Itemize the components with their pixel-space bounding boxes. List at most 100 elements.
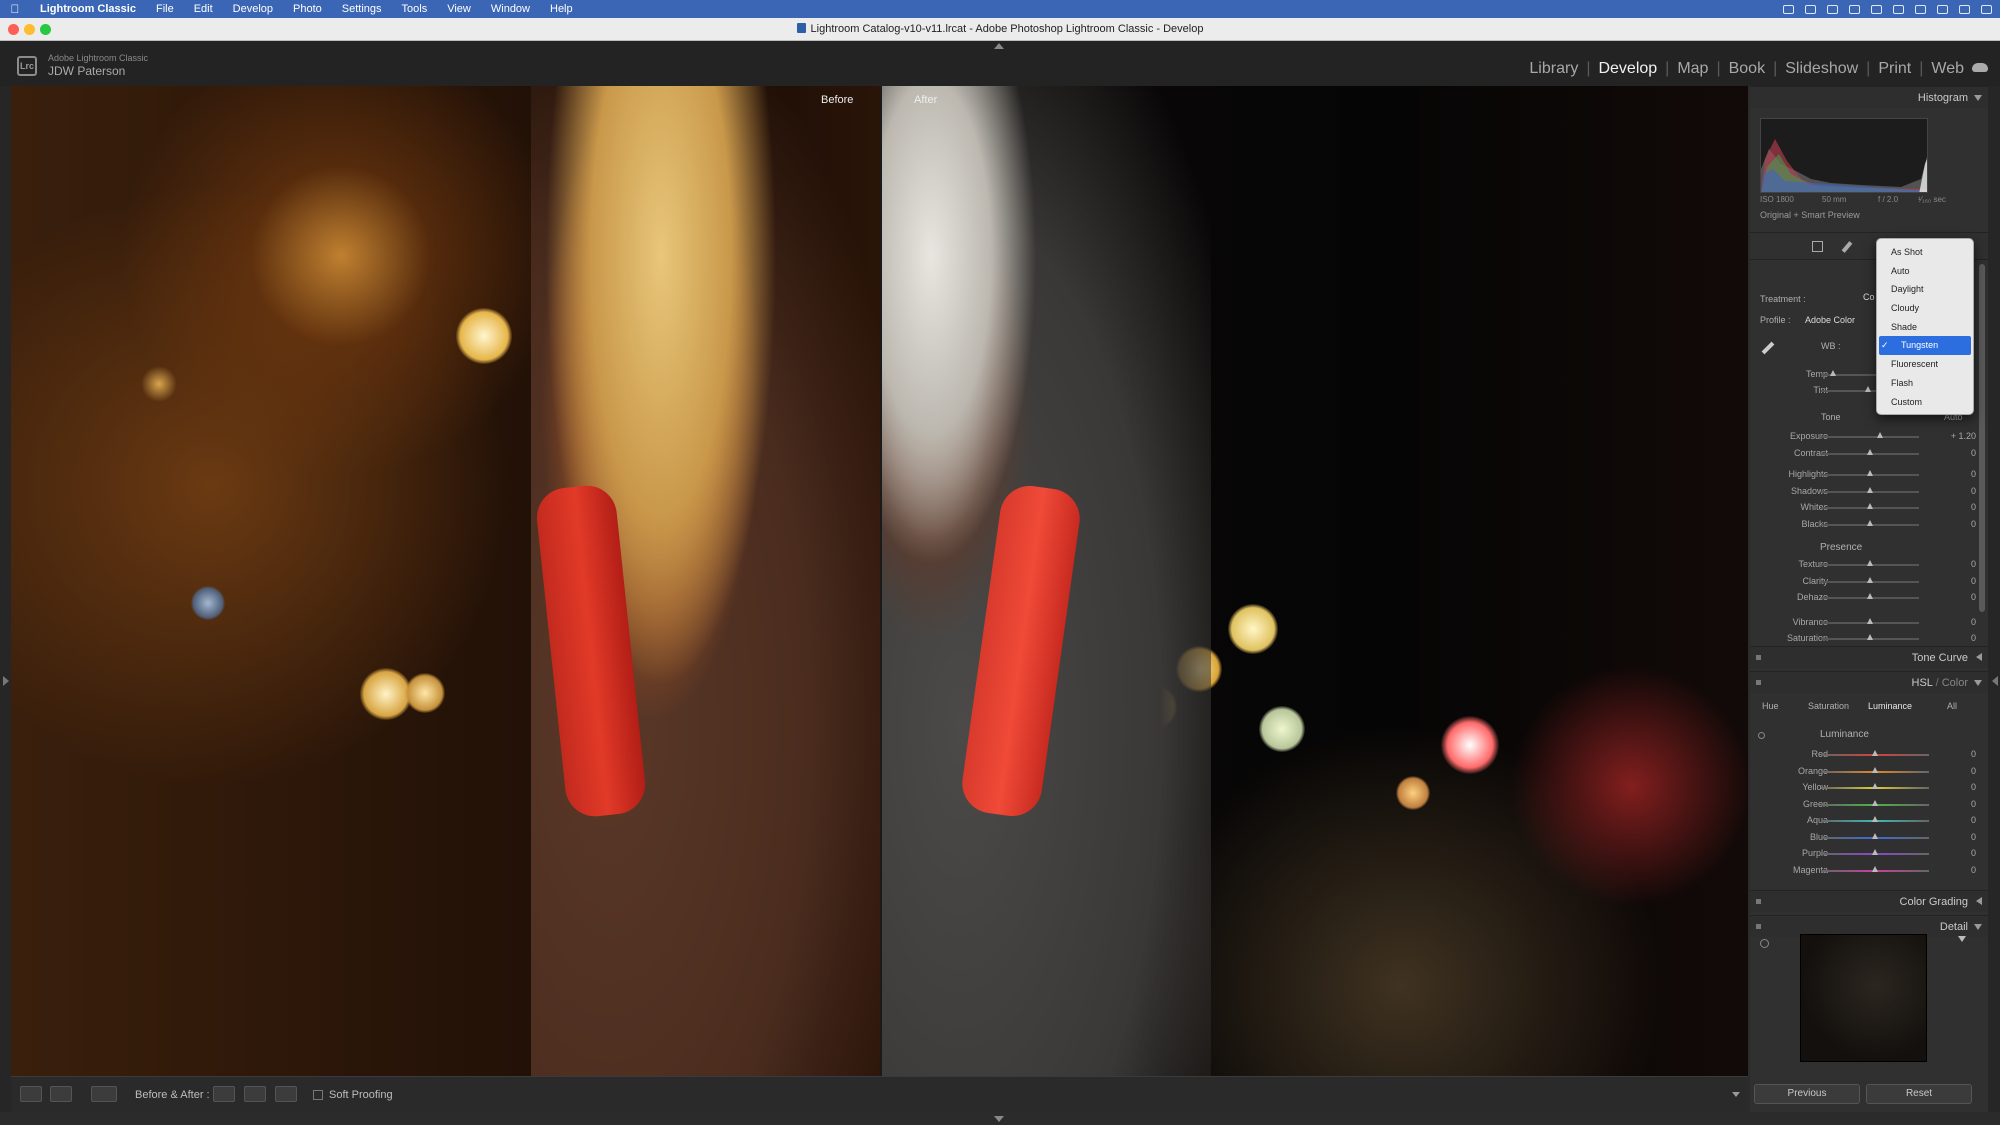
targeted-adjustment-icon[interactable]	[1758, 732, 1765, 739]
loupe-view-button[interactable]	[20, 1086, 42, 1102]
module-book[interactable]: Book	[1721, 60, 1773, 78]
menu-tools[interactable]: Tools	[392, 3, 438, 15]
menu-app[interactable]: Lightroom Classic	[30, 3, 146, 15]
wb-option-as-shot[interactable]: As Shot	[1877, 243, 1973, 262]
reference-view-button[interactable]	[50, 1086, 72, 1102]
vibrance-slider[interactable]: Vibrance 0	[1750, 616, 1988, 629]
screen-icon[interactable]	[1805, 4, 1816, 14]
wb-option-daylight[interactable]: Daylight	[1877, 280, 1973, 299]
after-image	[881, 86, 1748, 1076]
healing-brush-icon[interactable]	[1841, 241, 1853, 253]
time-machine-icon[interactable]	[1827, 4, 1838, 14]
close-window-button[interactable]	[8, 24, 19, 35]
wifi-icon[interactable]	[1915, 4, 1926, 14]
luminance-green-slider[interactable]: Green 0	[1750, 798, 1988, 811]
search-icon[interactable]	[1937, 4, 1948, 14]
checkmark-icon: ✓	[1881, 340, 1889, 351]
reset-button[interactable]: Reset	[1866, 1084, 1972, 1104]
expand-left-panel-icon[interactable]	[3, 676, 9, 686]
menu-bar:  Lightroom Classic File Edit Develop Ph…	[0, 0, 2000, 18]
luminance-yellow-slider[interactable]: Yellow 0	[1750, 781, 1988, 794]
battery-icon[interactable]	[1871, 4, 1882, 14]
highlights-slider[interactable]: Highlights 0	[1750, 468, 1988, 481]
module-develop[interactable]: Develop	[1590, 60, 1665, 78]
detail-target-icon[interactable]	[1760, 939, 1769, 948]
top-panel-toggle-icon[interactable]	[994, 43, 1004, 49]
bluetooth-icon[interactable]	[1893, 4, 1904, 14]
wb-option-shade[interactable]: Shade	[1877, 318, 1973, 337]
swap-before-after-button[interactable]	[275, 1086, 297, 1102]
menu-photo[interactable]: Photo	[283, 3, 332, 15]
panel-scrollbar[interactable]	[1979, 264, 1985, 612]
module-library[interactable]: Library	[1521, 60, 1586, 78]
detail-preview-toggle-icon[interactable]	[1958, 936, 1966, 942]
crop-icon[interactable]	[1812, 241, 1823, 252]
luminance-magenta-slider[interactable]: Magenta 0	[1750, 864, 1988, 877]
luminance-orange-slider[interactable]: Orange 0	[1750, 765, 1988, 778]
tone-curve-header[interactable]: Tone Curve	[1750, 646, 1988, 668]
identity-plate-name: JDW Paterson	[48, 64, 126, 78]
profile-dropdown[interactable]: Adobe Color	[1805, 315, 1855, 325]
luminance-red-slider[interactable]: Red 0	[1750, 748, 1988, 761]
soft-proofing-checkbox[interactable]	[313, 1090, 323, 1100]
exposure-slider[interactable]: Exposure + 1.20	[1750, 430, 1988, 443]
copy-before-to-after-button[interactable]	[213, 1086, 235, 1102]
tab-saturation[interactable]: Saturation	[1808, 701, 1849, 711]
wb-option-flash[interactable]: Flash	[1877, 374, 1973, 393]
wb-eyedropper-icon[interactable]	[1761, 341, 1775, 355]
detail-zoom-preview[interactable]	[1800, 934, 1927, 1062]
luminance-blue-slider[interactable]: Blue 0	[1750, 831, 1988, 844]
whites-slider[interactable]: Whites 0	[1750, 501, 1988, 514]
clarity-slider[interactable]: Clarity 0	[1750, 575, 1988, 588]
apple-icon[interactable]: 	[0, 2, 30, 16]
treatment-value[interactable]: Co	[1863, 292, 1875, 302]
volume-icon[interactable]	[1849, 4, 1860, 14]
menu-settings[interactable]: Settings	[332, 3, 392, 15]
before-after-viewer[interactable]: Before After	[11, 86, 1748, 1076]
dehaze-slider[interactable]: Dehaze 0	[1750, 591, 1988, 604]
before-after-divider[interactable]	[880, 86, 882, 1076]
module-slideshow[interactable]: Slideshow	[1777, 60, 1866, 78]
before-after-view-button[interactable]	[91, 1086, 117, 1102]
menu-view[interactable]: View	[437, 3, 481, 15]
tab-hue[interactable]: Hue	[1762, 701, 1779, 711]
menu-edit[interactable]: Edit	[184, 3, 223, 15]
texture-slider[interactable]: Texture 0	[1750, 558, 1988, 571]
location-icon[interactable]	[1783, 4, 1794, 14]
saturation-slider[interactable]: Saturation 0	[1750, 632, 1988, 645]
cloud-icon[interactable]	[1972, 63, 1988, 72]
histogram[interactable]	[1760, 118, 1928, 193]
wb-option-auto[interactable]: Auto	[1877, 262, 1973, 281]
wb-option-fluorescent[interactable]: Fluorescent	[1877, 355, 1973, 374]
luminance-purple-slider[interactable]: Purple 0	[1750, 847, 1988, 860]
filmstrip-toggle-icon[interactable]	[994, 1116, 1004, 1122]
menu-help[interactable]: Help	[540, 3, 583, 15]
wb-option-custom[interactable]: Custom	[1877, 393, 1973, 412]
contrast-slider[interactable]: Contrast 0	[1750, 447, 1988, 460]
blacks-slider[interactable]: Blacks 0	[1750, 518, 1988, 531]
previous-button[interactable]: Previous	[1754, 1084, 1860, 1104]
copy-after-to-before-button[interactable]	[244, 1086, 266, 1102]
tab-all[interactable]: All	[1947, 701, 1957, 711]
collapse-right-panel-icon[interactable]	[1992, 676, 1998, 686]
shadows-slider[interactable]: Shadows 0	[1750, 485, 1988, 498]
menu-window[interactable]: Window	[481, 3, 540, 15]
module-print[interactable]: Print	[1870, 60, 1919, 78]
module-web[interactable]: Web	[1923, 60, 1972, 78]
hsl-color-header[interactable]: HSL / Color	[1750, 671, 1988, 693]
menu-file[interactable]: File	[146, 3, 184, 15]
zoom-window-button[interactable]	[40, 24, 51, 35]
siri-icon[interactable]	[1981, 4, 1992, 14]
tab-luminance[interactable]: Luminance	[1868, 701, 1912, 711]
wb-option-cloudy[interactable]: Cloudy	[1877, 299, 1973, 318]
control-center-icon[interactable]	[1959, 4, 1970, 14]
color-grading-header[interactable]: Color Grading	[1750, 890, 1988, 912]
histogram-header[interactable]: Histogram	[1750, 86, 1988, 108]
menu-develop[interactable]: Develop	[223, 3, 283, 15]
wb-option-tungsten[interactable]: ✓ Tungsten	[1879, 336, 1971, 356]
module-map[interactable]: Map	[1669, 60, 1716, 78]
luminance-aqua-slider[interactable]: Aqua 0	[1750, 814, 1988, 827]
minimize-window-button[interactable]	[24, 24, 35, 35]
white-balance-menu: As Shot Auto Daylight Cloudy Shade ✓ Tung…	[1876, 238, 1974, 415]
toolbar-options-icon[interactable]	[1732, 1092, 1740, 1097]
